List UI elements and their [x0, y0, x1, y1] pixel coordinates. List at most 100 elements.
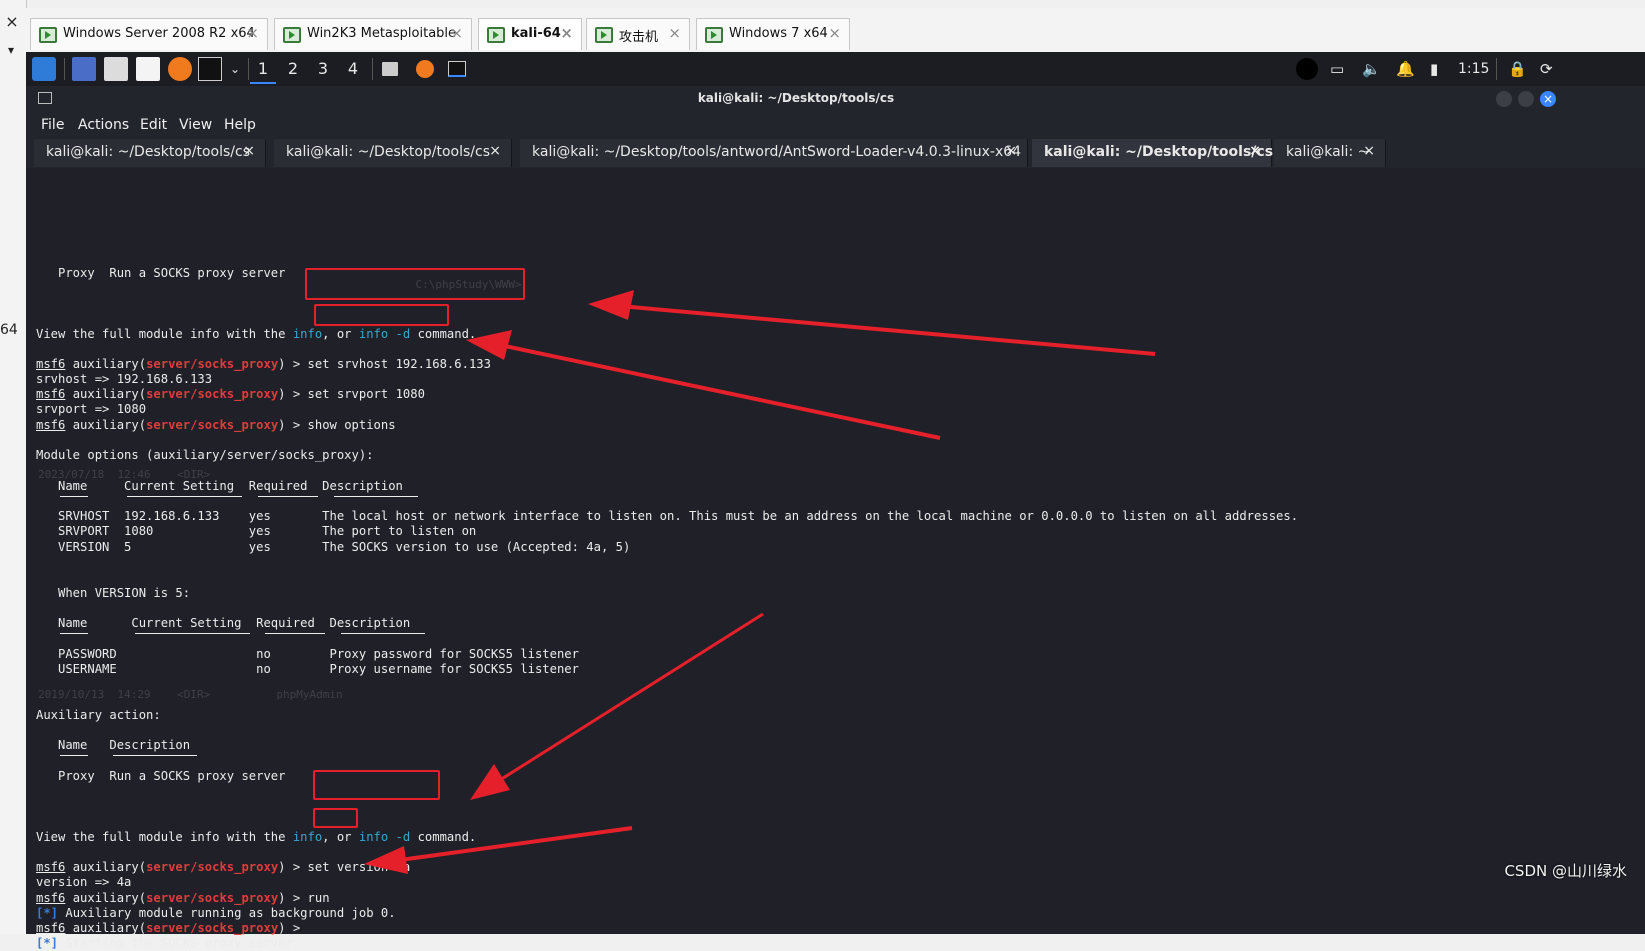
annotation-box-srvport [314, 304, 449, 326]
prompt-line: msf6 auxiliary(server/socks_proxy) > set… [36, 860, 410, 875]
terminal-tab-3[interactable]: kali@kali: ~/Desktop/tools/antword/AntSw… [520, 139, 1028, 167]
text: View the full module info with the [36, 327, 293, 341]
maximize-button[interactable] [1518, 91, 1534, 107]
vm-tab-win2k3[interactable]: Win2K3 Metasploitable × [274, 18, 472, 50]
prompt-module: server/socks_proxy [146, 357, 279, 371]
tab-label: kali@kali: ~ [1286, 144, 1370, 160]
vm-icon [595, 27, 613, 43]
text-editor-icon[interactable] [136, 57, 160, 81]
prompt-module: server/socks_proxy [146, 891, 279, 905]
prompt-type: auxiliary( [72, 357, 147, 371]
close-icon[interactable]: × [1005, 143, 1017, 159]
close-icon[interactable]: × [246, 24, 259, 42]
menu-actions[interactable]: Actions [78, 117, 129, 133]
annotation-box-srvhost [305, 268, 525, 300]
close-icon[interactable]: × [243, 143, 255, 159]
info-d-link: info -d [358, 830, 411, 844]
logout-icon[interactable]: ⟳ [1540, 57, 1553, 81]
terminal-line: [*] Starting the SOCKS proxy server [36, 936, 293, 951]
terminal-menubar: File Actions Edit View Help [26, 114, 1645, 138]
file-manager-icon[interactable] [104, 57, 128, 81]
menu-file[interactable]: File [41, 117, 64, 133]
firefox-icon[interactable] [168, 57, 192, 81]
vm-close-icon[interactable]: × [2, 12, 22, 32]
panel-separator [372, 58, 373, 80]
prompt-type: auxiliary( [72, 860, 147, 874]
firefox-window-icon[interactable] [416, 60, 434, 78]
terminal-output[interactable]: C:\phpStudy\WWW> 2023/07/18 12:46 <DIR> … [26, 168, 1645, 950]
tab-label: kali@kali: ~/Desktop/tools/cs [286, 144, 491, 160]
terminal-tab-4[interactable]: kali@kali: ~/Desktop/tools/cs × [1032, 139, 1273, 167]
terminal-icon[interactable] [198, 57, 222, 81]
terminal-tab-2[interactable]: kali@kali: ~/Desktop/tools/cs × [274, 139, 512, 167]
close-icon[interactable]: × [828, 24, 841, 42]
terminal-tab-bar: kali@kali: ~/Desktop/tools/cs × kali@kal… [26, 138, 1645, 168]
vm-tab-win2008[interactable]: Windows Server 2008 R2 x64 × [30, 18, 268, 50]
prompt-user: msf6 [36, 387, 66, 401]
vm-tab-kali[interactable]: kali-64 × [478, 18, 582, 50]
text: command. [410, 327, 477, 341]
close-icon[interactable]: × [450, 24, 463, 42]
workspace-1[interactable]: 1 [250, 56, 276, 84]
panel-separator [1496, 58, 1497, 80]
kali-menu-icon[interactable] [32, 57, 56, 81]
close-icon[interactable]: × [1363, 143, 1375, 159]
header-underline [60, 633, 88, 634]
clock[interactable]: 1:15 [1458, 57, 1489, 81]
vm-tab-label: kali-64 [511, 26, 561, 41]
vm-icon [39, 27, 57, 43]
close-icon[interactable]: × [560, 24, 573, 42]
terminal-window-icon[interactable] [448, 61, 466, 77]
desktop-icon[interactable] [72, 57, 96, 81]
panel-separator [248, 58, 249, 80]
prompt-end: ) > [278, 860, 308, 874]
terminal-line: [*] Auxiliary module running as backgrou… [36, 906, 396, 921]
terminal-line: version => 4a [36, 875, 132, 889]
info-link: info [292, 830, 323, 844]
minimize-button[interactable] [1496, 91, 1512, 107]
terminal-line: When VERSION is 5: [36, 586, 191, 600]
workspace-4[interactable]: 4 [340, 56, 366, 82]
menu-edit[interactable]: Edit [140, 117, 167, 133]
terminal-tab-1[interactable]: kali@kali: ~/Desktop/tools/cs × [34, 139, 266, 167]
vm-tab-win7[interactable]: Windows 7 x64 × [696, 18, 850, 50]
prompt-line: msf6 auxiliary(server/socks_proxy) > run [36, 891, 330, 906]
command: show options [307, 418, 396, 432]
command: run [307, 891, 330, 905]
prompt-user: msf6 [36, 921, 66, 935]
workspace-2[interactable]: 2 [280, 56, 306, 82]
menu-view[interactable]: View [179, 117, 212, 133]
terminal-line: View the full module info with the info,… [36, 830, 476, 845]
prompt-user: msf6 [36, 357, 66, 371]
table-header: Name Current Setting Required Descriptio… [36, 616, 411, 630]
close-icon[interactable]: × [668, 24, 681, 42]
close-icon[interactable]: × [1249, 143, 1261, 159]
command: set srvhost 192.168.6.133 [307, 357, 491, 371]
prompt-end: ) > [278, 387, 308, 401]
prompt-end: ) > [278, 921, 308, 935]
network-monitor-icon[interactable] [1296, 58, 1318, 80]
close-icon[interactable]: × [489, 143, 501, 159]
tab-label: kali@kali: ~/Desktop/tools/cs [46, 144, 251, 160]
battery-icon[interactable]: ▮ [1430, 57, 1438, 81]
vmware-tab-strip: Windows Server 2008 R2 x64 × Win2K3 Meta… [26, 8, 1645, 53]
prompt-type: auxiliary( [72, 418, 147, 432]
background-ghost-text: 2019/10/13 14:29 <DIR> phpMyAdmin [38, 688, 343, 701]
volume-icon[interactable]: 🔈 [1362, 57, 1381, 81]
vm-tab-attacker[interactable]: 攻击机 × [586, 18, 690, 50]
close-window-button[interactable]: × [1540, 91, 1556, 107]
display-icon[interactable]: ▭ [1330, 57, 1344, 81]
prompt-module: server/socks_proxy [146, 921, 279, 935]
notification-bell-icon[interactable]: 🔔 [1396, 57, 1415, 81]
terminal-line: View the full module info with the info,… [36, 327, 476, 342]
window-icon[interactable] [382, 62, 398, 76]
status-tag: [*] [36, 906, 59, 920]
prompt-end: ) > [278, 357, 308, 371]
lock-icon[interactable]: 🔒 [1508, 57, 1527, 81]
header-underline [258, 496, 318, 497]
chevron-down-icon[interactable]: ⌄ [222, 56, 248, 82]
vm-dropdown-icon[interactable]: ▾ [0, 40, 22, 60]
workspace-3[interactable]: 3 [310, 56, 336, 82]
terminal-tab-5[interactable]: kali@kali: ~ × [1274, 139, 1386, 167]
menu-help[interactable]: Help [224, 117, 256, 133]
